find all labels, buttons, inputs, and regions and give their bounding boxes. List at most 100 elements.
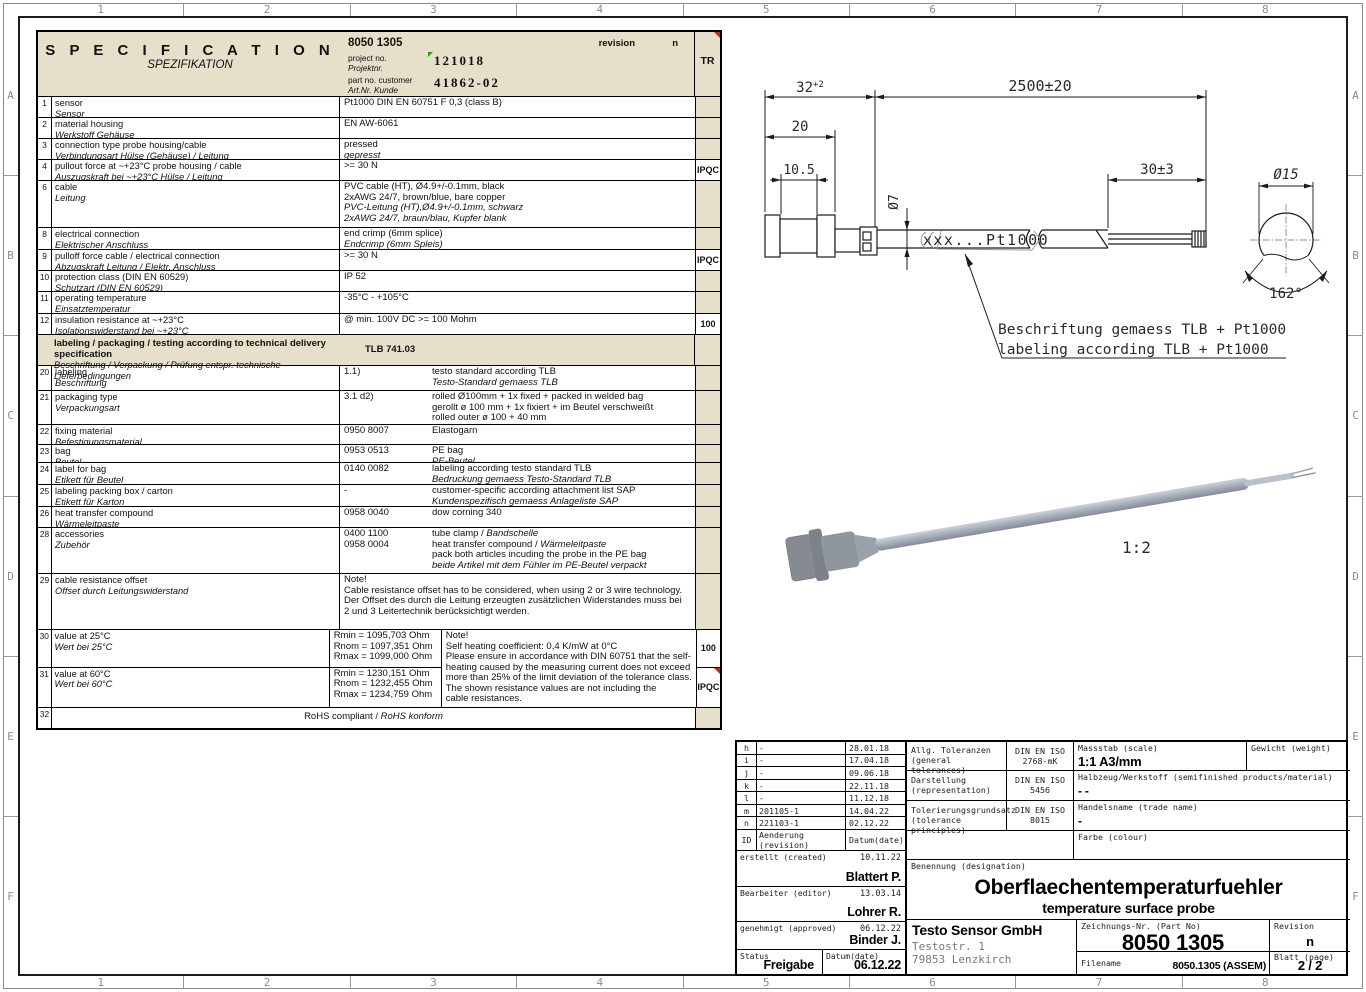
created-cell: erstellt (created) 10.11.22 Blattert P. <box>737 851 905 887</box>
row-label: labeling packing box / cartonEtikett für… <box>52 485 340 506</box>
trade-name-cell: Handelsname (trade name) - <box>1074 801 1350 831</box>
row-label: pulloff force cable / electrical connect… <box>52 250 340 270</box>
representation-cell: Darstellung(representation) <box>907 771 1007 801</box>
value-line: dow corning 340 <box>432 508 693 519</box>
tolerance-principles-norm: DIN EN ISO8015 <box>1007 801 1074 831</box>
row-label: connection type probe housing/cableVerbi… <box>52 139 340 159</box>
zone-column-label: 4 <box>517 976 683 989</box>
filename-cell: Filename 8050.1305 (ASSEM) <box>1077 952 1270 974</box>
row-description: Elastogarn <box>430 425 695 444</box>
spec-table-header: S P E C I F I C A T I O N SPEZIFIKATION … <box>38 32 720 96</box>
zone-row-label: D <box>3 497 18 657</box>
value-line: Testo-Standard gemaess TLB <box>432 378 693 389</box>
value-line: gepresst <box>344 151 691 160</box>
row-label: accessoriesZubehör <box>52 528 340 573</box>
row-label: fixing materialBefestigungsmaterial <box>52 425 340 444</box>
empty-cell <box>907 831 1074 860</box>
zone-column-label: 8 <box>1183 3 1348 16</box>
tr-cell <box>695 271 720 291</box>
dim-105-text: 10.5 <box>783 163 814 178</box>
status-date-value: 06.12.22 <box>854 958 901 972</box>
revision-cell-value: n <box>1270 934 1350 949</box>
tr-cell <box>695 366 720 390</box>
value-line: 0400 1100 <box>344 529 426 540</box>
specification-table: S P E C I F I C A T I O N SPEZIFIKATION … <box>36 30 722 730</box>
value-line: - <box>344 486 426 497</box>
zone-column-label: 7 <box>1016 976 1182 989</box>
value-line: Note! <box>446 631 692 642</box>
dim-dia15-text: Ø15 <box>1273 167 1298 183</box>
tr-cell <box>695 391 720 424</box>
designation-cell: Benennung (designation) Oberflaechentemp… <box>907 860 1350 920</box>
value-line: 3.1 d2) <box>344 392 426 403</box>
revision-history-table: h-28.01.18i-17.04.18j-09.06.18k-22.11.18… <box>737 742 905 851</box>
row-label: heat transfer compoundWärmeleitpaste <box>52 507 340 527</box>
approved-label: genehmigt (approved) <box>740 924 836 933</box>
row-label: sensorSensor <box>52 97 340 117</box>
spec-part-number: 8050 1305 <box>348 38 402 49</box>
probe-3d-render: 1:2 <box>760 425 1340 655</box>
self-heating-note: Note!Self heating coefficient: 0,4 K/mW … <box>441 630 696 707</box>
revision-history-row: n221103-102.12.22 <box>737 817 905 830</box>
revision-history-row: j-09.06.18 <box>737 767 905 780</box>
tr-cell <box>695 181 720 227</box>
row-label: material housingWerkstoff Gehäuse <box>52 118 340 138</box>
row-number: 11 <box>38 292 52 313</box>
tolerances-norm: DIN EN ISO2768-mK <box>1007 742 1074 771</box>
value-line: 0140 0082 <box>344 464 426 475</box>
row-value: 0953 0513PE bagPE-Beutel <box>340 445 695 462</box>
spec-subtitle: SPEZIFIKATION <box>38 60 342 71</box>
tr-cell <box>695 445 720 462</box>
dim-angle-text: 162° <box>1269 286 1303 302</box>
value-line: rolled outer ø 100 + 40 mm <box>432 413 693 424</box>
tr-cell: IPQC <box>695 250 720 270</box>
spec-row: 26heat transfer compoundWärmeleitpaste09… <box>38 506 720 527</box>
value-line: 2 und 3 Leitertechnik berücksichtigt wer… <box>344 607 691 618</box>
status-value: Freigabe <box>764 958 815 972</box>
spec-row-rohs: 32RoHS compliant / RoHS konform <box>38 707 720 728</box>
filename-value: 8050.1305 (ASSEM) <box>1173 960 1266 972</box>
row-number: 8 <box>38 228 52 249</box>
value-line: beide Artikel mit dem Fühler im PE-Beute… <box>432 561 693 572</box>
zone-column-label: 3 <box>351 976 517 989</box>
leader-text-de: Beschriftung gemaess TLB + Pt1000 <box>998 322 1286 338</box>
zone-row-label: A <box>3 16 18 176</box>
zone-column-label: 5 <box>684 3 850 16</box>
row-code: 0140 0082 <box>340 463 430 484</box>
company-cell: Testo Sensor GmbH Testostr. 1 79853 Lenz… <box>907 920 1077 974</box>
revision-history-row: l-11.12.18 <box>737 792 905 805</box>
part-no-cell: Zeichnungs-Nr. (Part No) 8050 1305 <box>1077 920 1270 952</box>
zone-column-label: 2 <box>184 3 350 16</box>
row-label-stack: value at 25°CWert bei 25°Cvalue at 60°CW… <box>52 630 330 707</box>
trade-name-value: - <box>1078 814 1082 828</box>
row-value: 3.1 d2) rolled Ø100mm + 1x fixed + packed… <box>340 391 695 424</box>
title-block: h-28.01.18i-17.04.18j-09.06.18k-22.11.18… <box>735 740 1348 976</box>
dimension-drawing: 32+2 2500±20 20 10.5 30±3 Ø7 <box>740 62 1360 392</box>
row-number: 21 <box>38 391 52 424</box>
row-description: rolled Ø100mm + 1x fixed + packed in wel… <box>430 391 695 424</box>
spec-row: 22fixing materialBefestigungsmaterial095… <box>38 424 720 444</box>
company-city: 79853 Lenzkirch <box>912 953 1076 966</box>
value-line: 0950 8007 <box>344 426 426 437</box>
zone-row-label: C <box>3 336 18 496</box>
tr-cell <box>695 485 720 506</box>
resistance-values-stack: Rmin = 1095,703 OhmRnom = 1097,351 OhmRm… <box>330 630 441 707</box>
row-value: -customer-specific according attachment … <box>340 485 695 506</box>
trade-name-label: Handelsname (trade name) <box>1078 803 1198 813</box>
editor-name: Lohrer R. <box>847 905 901 919</box>
scale-label: Massstab (scale) <box>1078 744 1158 754</box>
comment-marker-green <box>428 52 433 57</box>
designation-line2: temperature surface probe <box>907 900 1350 916</box>
value-line: PE-Beutel <box>432 457 693 463</box>
tr-cell-stack: 100IPQC <box>696 630 720 707</box>
created-label: erstellt (created) <box>740 853 827 862</box>
scale-cell: Massstab (scale) 1:1 A3/mm <box>1074 742 1247 771</box>
page-cell: Blatt (page) 2 / 2 <box>1270 952 1350 974</box>
value-line: 2xAWG 24/7, braun/blau, Kupfer blank <box>344 214 691 225</box>
row-value: -35°C - +105°C <box>340 292 695 313</box>
row-number: 29 <box>38 574 52 629</box>
weight-cell: Gewicht (weight) <box>1247 742 1350 771</box>
weight-label: Gewicht (weight) <box>1251 744 1331 754</box>
row-value: >= 30 N <box>340 250 695 270</box>
value-line: Der Offset des durch die Leitung erzeugt… <box>344 596 691 607</box>
